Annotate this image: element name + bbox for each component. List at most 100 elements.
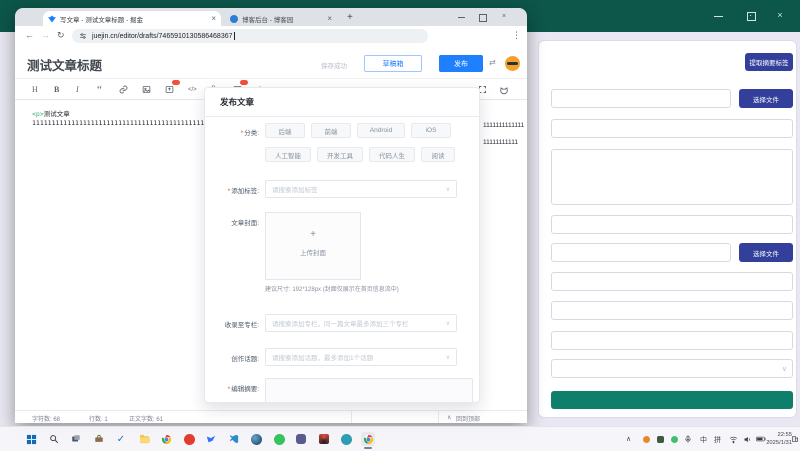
category-tag[interactable]: 前端 bbox=[311, 123, 351, 138]
ime-mode-indicator[interactable]: 拼 bbox=[714, 435, 721, 445]
notification-icon[interactable] bbox=[791, 434, 799, 444]
tab-close-icon[interactable]: × bbox=[211, 15, 216, 23]
reload-icon[interactable]: ↻ bbox=[57, 31, 65, 40]
drafts-button[interactable]: 草稿箱 bbox=[364, 55, 422, 72]
browser-minimize-icon[interactable] bbox=[458, 17, 465, 18]
bg-minimize-icon[interactable] bbox=[714, 16, 723, 17]
browser-close-icon[interactable]: × bbox=[502, 13, 506, 20]
browser-menu-icon[interactable]: ⋮ bbox=[512, 31, 521, 40]
file-explorer-icon[interactable] bbox=[137, 432, 151, 446]
switch-editor-icon[interactable]: ⇄ bbox=[489, 58, 496, 67]
cover-size-hint: 建议尺寸: 192*128px (封面仅展示在首页信息流中) bbox=[265, 284, 475, 293]
tab-close-icon[interactable]: × bbox=[327, 15, 332, 23]
chevron-down-icon: ∨ bbox=[446, 186, 450, 193]
bg-select[interactable]: ∨ bbox=[551, 359, 793, 378]
topic-select[interactable]: 请搜索添加话题，最多添加1个话题 ∨ bbox=[265, 348, 457, 366]
chevron-down-icon: ∨ bbox=[446, 354, 450, 361]
preview-text-line-2: 11111111111 bbox=[483, 139, 519, 146]
choose-file-button-2[interactable]: 选择文件 bbox=[739, 243, 793, 262]
summary-label: *编辑摘要: bbox=[211, 383, 259, 393]
teal-app-icon[interactable] bbox=[339, 432, 353, 446]
browser-sphere-icon[interactable] bbox=[249, 432, 263, 446]
task-view-icon[interactable] bbox=[69, 432, 83, 446]
ime-language-indicator[interactable]: 中 bbox=[700, 435, 707, 445]
topic-placeholder: 请搜索添加话题，最多添加1个话题 bbox=[272, 352, 446, 362]
volume-icon[interactable] bbox=[742, 434, 752, 444]
microphone-icon[interactable] bbox=[683, 434, 693, 444]
wifi-icon[interactable] bbox=[728, 434, 738, 444]
user-avatar[interactable] bbox=[505, 56, 520, 71]
browser-tab-juejin[interactable]: 写文章 - 测试文章标题 - 掘金 × bbox=[43, 11, 221, 26]
feishu-app-icon[interactable] bbox=[204, 432, 218, 446]
image-upload-icon[interactable] bbox=[165, 84, 174, 95]
tray-app-green-icon[interactable] bbox=[657, 436, 664, 443]
chrome-active-icon[interactable] bbox=[361, 432, 375, 446]
publish-button[interactable]: 发布 bbox=[439, 55, 483, 72]
scroll-top-icon[interactable]: ∧ bbox=[447, 414, 451, 421]
status-divider bbox=[351, 411, 352, 423]
bg-text-input-1[interactable] bbox=[551, 119, 793, 138]
browser-tab-cnblogs[interactable]: 博客后台 - 博客园 × bbox=[225, 11, 337, 26]
forward-icon[interactable]: → bbox=[41, 31, 50, 40]
back-icon[interactable]: ← bbox=[25, 31, 34, 40]
italic-icon[interactable]: I bbox=[76, 84, 79, 95]
bg-text-input-4[interactable] bbox=[551, 301, 793, 320]
category-tag[interactable]: Android bbox=[357, 123, 405, 138]
category-tag[interactable]: iOS bbox=[411, 123, 451, 138]
choose-file-button-1[interactable]: 选择文件 bbox=[739, 89, 793, 108]
quote-icon[interactable]: “ bbox=[97, 84, 102, 95]
category-tag[interactable]: 人工智能 bbox=[265, 147, 311, 162]
image-icon[interactable] bbox=[142, 84, 151, 95]
editor-line-2[interactable]: 1111111111111111111111111111111111111111… bbox=[32, 119, 204, 127]
search-icon[interactable] bbox=[47, 432, 61, 446]
ide-app-icon[interactable] bbox=[317, 432, 331, 446]
preview-text-line-1: 1111111111111 bbox=[483, 122, 525, 129]
cover-upload-box[interactable]: + 上传封面 bbox=[265, 212, 361, 280]
char-count: 字符数: 68 bbox=[32, 414, 60, 423]
tag-select[interactable]: 请搜索添加标签 ∨ bbox=[265, 180, 457, 198]
heading-icon[interactable]: H bbox=[32, 84, 38, 95]
wechat-icon[interactable] bbox=[272, 432, 286, 446]
link-icon[interactable] bbox=[119, 84, 128, 95]
chrome-icon[interactable] bbox=[159, 432, 173, 446]
bg-text-input-3[interactable] bbox=[551, 272, 793, 291]
music-app-icon[interactable] bbox=[182, 432, 196, 446]
category-tag[interactable]: 代码人生 bbox=[369, 147, 415, 162]
cat-icon[interactable] bbox=[499, 84, 509, 95]
divider bbox=[205, 116, 479, 117]
purple-app-icon[interactable] bbox=[294, 432, 308, 446]
start-button[interactable] bbox=[24, 432, 38, 446]
article-title-input[interactable]: 测试文章标题 bbox=[27, 55, 102, 74]
chevron-down-icon: ∨ bbox=[446, 320, 450, 327]
bg-file-path-input-1[interactable] bbox=[551, 89, 731, 108]
browser-maximize-icon[interactable] bbox=[479, 14, 487, 22]
topic-label: 创作话题: bbox=[211, 353, 259, 363]
new-tab-button[interactable]: + bbox=[347, 12, 353, 23]
extract-summary-tags-button[interactable]: 提取摘要标签 bbox=[745, 53, 793, 71]
vscode-icon[interactable] bbox=[227, 432, 241, 446]
category-tag[interactable]: 开发工具 bbox=[317, 147, 363, 162]
site-info-icon[interactable] bbox=[79, 32, 87, 40]
back-to-top-button[interactable]: 回到顶部 bbox=[456, 414, 480, 423]
clock[interactable]: 22:55 2025/1/31 bbox=[766, 432, 792, 448]
category-tag[interactable]: 后端 bbox=[265, 123, 305, 138]
summary-textarea[interactable] bbox=[265, 378, 473, 403]
code-icon[interactable]: </> bbox=[188, 84, 197, 95]
todo-app-icon[interactable]: ✓ bbox=[114, 432, 128, 446]
bg-submit-button[interactable] bbox=[551, 391, 793, 409]
bg-text-input-5[interactable] bbox=[551, 331, 793, 350]
column-select[interactable]: 请搜索添加专栏，同一篇文章最多添加三个专栏 ∨ bbox=[265, 314, 457, 332]
bg-close-icon[interactable]: × bbox=[770, 10, 790, 20]
bg-textarea[interactable] bbox=[551, 149, 793, 205]
tray-app-orange-icon[interactable] bbox=[643, 436, 650, 443]
address-bar[interactable]: juejin.cn/editor/drafts/7465910130586468… bbox=[72, 29, 428, 43]
battery-icon[interactable] bbox=[755, 434, 766, 444]
bg-maximize-icon[interactable] bbox=[747, 12, 756, 21]
category-tag[interactable]: 阅读 bbox=[421, 147, 455, 162]
toolbox-app-icon[interactable] bbox=[92, 432, 106, 446]
tray-app-dot-icon[interactable] bbox=[671, 436, 678, 443]
bg-file-path-input-2[interactable] bbox=[551, 243, 731, 262]
tray-expand-icon[interactable]: ∧ bbox=[626, 435, 631, 443]
bold-icon[interactable]: B bbox=[54, 84, 59, 95]
bg-text-input-2[interactable] bbox=[551, 215, 793, 234]
